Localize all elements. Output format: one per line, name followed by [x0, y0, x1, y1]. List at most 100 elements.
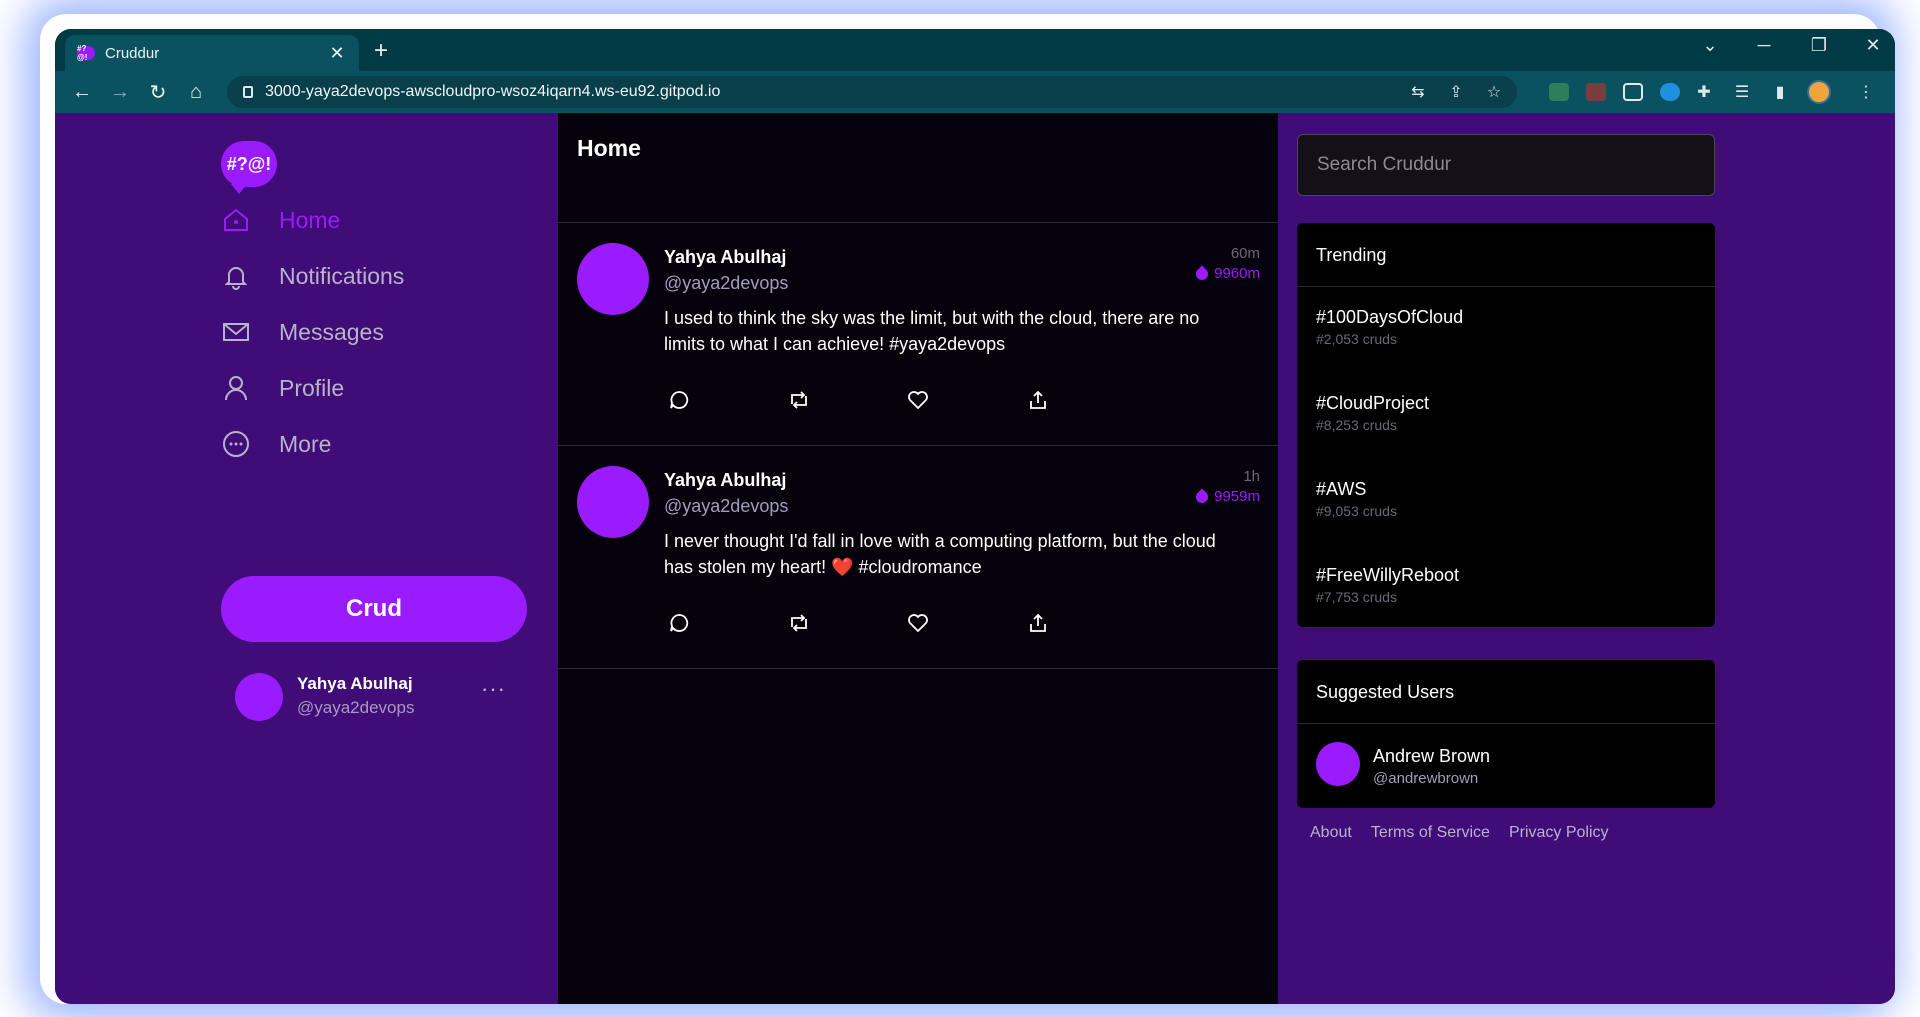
browser-window: #?@! Cruddur ✕ + ⌄ ─ ❐ ✕ ← → ↻ ⌂ 3000-ya… — [55, 29, 1895, 1004]
trend-count: #8,253 cruds — [1316, 417, 1397, 433]
post-time: 1h — [1243, 468, 1260, 485]
repost-icon[interactable] — [784, 385, 814, 415]
translate-icon[interactable]: ⇆ — [1399, 82, 1437, 102]
post-expires: 9959m — [1193, 488, 1260, 505]
suggested-user-handle: @andrewbrown — [1373, 770, 1479, 787]
extension-icon[interactable] — [1549, 83, 1569, 101]
menu-kebab-icon[interactable]: ⋮ — [1847, 82, 1885, 102]
avatar[interactable] — [577, 466, 649, 538]
reply-icon[interactable] — [664, 385, 694, 415]
expires-value: 9959m — [1214, 488, 1260, 505]
close-window-icon[interactable]: ✕ — [1858, 35, 1888, 56]
browser-toolbar: ← → ↻ ⌂ 3000-yaya2devops-awscloudpro-wso… — [55, 71, 1895, 113]
lock-icon — [243, 86, 253, 98]
trend-item[interactable]: #FreeWillyReboot #7,753 cruds — [1297, 545, 1715, 627]
sidebar: #?@! Home Notifications Messages Profile… — [55, 113, 558, 1004]
home-browser-icon[interactable]: ⌂ — [177, 81, 215, 104]
url-text: 3000-yaya2devops-awscloudpro-wsoz4iqarn4… — [265, 83, 721, 100]
feed: Home Yahya Abulhaj @yaya2devops 60m 9960… — [558, 113, 1278, 1004]
extension-icon[interactable] — [1586, 83, 1606, 101]
privacy-link[interactable]: Privacy Policy — [1509, 824, 1609, 842]
forward-icon[interactable]: → — [101, 81, 139, 104]
like-icon[interactable] — [903, 608, 933, 638]
trend-item[interactable]: #CloudProject #8,253 cruds — [1297, 373, 1715, 459]
cruddur-logo[interactable]: #?@! — [221, 141, 277, 194]
side-panel-icon[interactable]: ▮ — [1761, 82, 1799, 102]
browser-tab[interactable]: #?@! Cruddur ✕ — [65, 35, 359, 71]
sidebar-item-more[interactable]: More — [221, 419, 331, 469]
sidebar-item-notifications[interactable]: Notifications — [221, 251, 404, 301]
trend-tag: #AWS — [1316, 479, 1367, 499]
close-tab-icon[interactable]: ✕ — [327, 43, 347, 64]
tab-search-icon[interactable]: ⌄ — [1695, 35, 1725, 56]
sidebar-item-home[interactable]: Home — [221, 195, 340, 245]
address-bar[interactable]: 3000-yaya2devops-awscloudpro-wsoz4iqarn4… — [227, 76, 1517, 108]
bomb-icon — [1193, 488, 1211, 505]
avatar — [235, 673, 283, 721]
tab-bar: #?@! Cruddur ✕ + ⌄ ─ ❐ ✕ — [55, 29, 1895, 71]
trend-item[interactable]: #AWS #9,053 cruds — [1297, 459, 1715, 545]
user-more-icon[interactable]: ··· — [481, 676, 506, 702]
profile-avatar[interactable] — [1807, 80, 1831, 104]
tab-title: Cruddur — [105, 44, 160, 62]
suggested-user[interactable]: Andrew Brown @andrewbrown — [1297, 724, 1715, 808]
new-tab-icon[interactable]: + — [367, 37, 395, 65]
about-link[interactable]: About — [1310, 824, 1352, 842]
restore-icon[interactable]: ❐ — [1804, 35, 1834, 56]
footer-links: About Terms of Service Privacy Policy — [1310, 824, 1609, 842]
post-actions — [664, 608, 1124, 638]
share-icon[interactable] — [1023, 385, 1053, 415]
sidebar-item-label: Home — [279, 206, 341, 233]
bookmark-star-icon[interactable]: ☆ — [1475, 82, 1513, 102]
post-actions — [664, 385, 1124, 415]
share-icon[interactable]: ⇪ — [1437, 82, 1475, 102]
trend-tag: #CloudProject — [1316, 393, 1430, 413]
search-input[interactable] — [1297, 134, 1715, 196]
post-author-name[interactable]: Yahya Abulhaj — [664, 247, 786, 268]
repost-icon[interactable] — [784, 608, 814, 638]
current-user[interactable]: Yahya Abulhaj @yaya2devops ··· — [235, 670, 535, 726]
minimize-icon[interactable]: ─ — [1749, 35, 1779, 56]
post-author-name[interactable]: Yahya Abulhaj — [664, 470, 786, 491]
sidebar-item-label: Messages — [279, 318, 384, 345]
sidebar-item-label: Notifications — [279, 262, 405, 289]
trend-count: #2,053 cruds — [1316, 331, 1397, 347]
trend-tag: #FreeWillyReboot — [1316, 565, 1460, 585]
home-icon — [221, 205, 251, 235]
sidebar-item-profile[interactable]: Profile — [221, 363, 344, 413]
post-text: I never thought I'd fall in love with a … — [664, 528, 1224, 580]
reply-icon[interactable] — [664, 608, 694, 638]
post-expires: 9960m — [1193, 265, 1260, 282]
right-column: Trending #100DaysOfCloud #2,053 cruds #C… — [1278, 113, 1895, 1004]
screenshot-icon[interactable] — [1623, 83, 1643, 101]
sidebar-item-messages[interactable]: Messages — [221, 307, 384, 357]
trend-tag: #100DaysOfCloud — [1316, 307, 1464, 327]
post-author-handle[interactable]: @yaya2devops — [664, 273, 788, 294]
terms-link[interactable]: Terms of Service — [1371, 824, 1490, 842]
cruddur-app: #?@! Home Notifications Messages Profile… — [55, 113, 1895, 1004]
person-icon — [221, 373, 251, 403]
bomb-icon — [1193, 265, 1211, 282]
user-name: Yahya Abulhaj — [297, 674, 413, 693]
extension-icon[interactable] — [1660, 83, 1680, 101]
trend-count: #7,753 cruds — [1316, 589, 1397, 605]
post-author-handle[interactable]: @yaya2devops — [664, 496, 788, 517]
avatar[interactable] — [577, 243, 649, 315]
avatar — [1316, 742, 1360, 786]
share-icon[interactable] — [1023, 608, 1053, 638]
trend-item[interactable]: #100DaysOfCloud #2,053 cruds — [1297, 287, 1715, 373]
favicon-icon: #?@! — [77, 44, 95, 62]
activity-item[interactable]: Yahya Abulhaj @yaya2devops 60m 9960m I u… — [558, 223, 1278, 446]
puzzle-icon[interactable]: ✚ — [1685, 82, 1723, 102]
suggested-users-panel: Suggested Users Andrew Brown @andrewbrow… — [1297, 660, 1715, 808]
reload-icon[interactable]: ↻ — [139, 80, 177, 105]
back-icon[interactable]: ← — [63, 81, 101, 104]
post-text-part: #cloudromance — [853, 557, 982, 577]
suggested-user-name: Andrew Brown — [1373, 746, 1491, 766]
activity-item[interactable]: Yahya Abulhaj @yaya2devops 1h 9959m I ne… — [558, 446, 1278, 669]
post-time: 60m — [1230, 245, 1260, 262]
reading-list-icon[interactable]: ☰ — [1723, 82, 1761, 102]
like-icon[interactable] — [903, 385, 933, 415]
page-title: Home — [577, 135, 641, 161]
crud-button[interactable]: Crud — [221, 576, 527, 642]
